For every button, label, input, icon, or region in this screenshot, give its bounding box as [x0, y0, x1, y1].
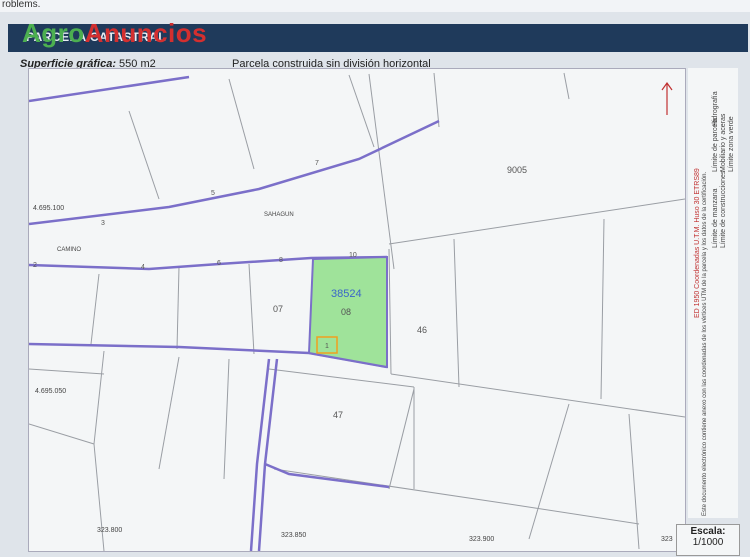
vertex-5: 5: [211, 190, 215, 197]
coord-x-4: 323: [661, 536, 673, 543]
legend-note-1: ED 1950 Coordenadas U.T.M. Huso 30 ETRS8…: [694, 168, 701, 318]
vertex-7: 7: [315, 160, 319, 167]
coord-y-bottom: 4.695.050: [35, 388, 66, 395]
top-strip-text: roblems.: [0, 0, 750, 12]
parcel-label-47: 47: [333, 410, 343, 420]
coord-x-2: 323.850: [281, 532, 306, 539]
brand-part-anuncios: Anuncios: [84, 18, 208, 48]
map-legend: ED 1950 Coordenadas U.T.M. Huso 30 ETRS8…: [688, 68, 738, 518]
vertex-6: 6: [217, 260, 221, 267]
scale-value: 1/1000: [692, 537, 724, 548]
vertex-1: 1: [325, 343, 329, 350]
parcel-label-07: 07: [273, 304, 283, 314]
coord-x-3: 323.900: [469, 536, 494, 543]
parcel-label-46: 46: [417, 325, 427, 335]
legend-note-2: Este documento electrónico contiene anex…: [702, 171, 708, 516]
map-svg: 4.695.100 4.695.050 323.800 323.850 323.…: [28, 72, 686, 552]
legend-item-hidrografia: Hidrografía: [712, 91, 719, 126]
vertex-10: 10: [349, 252, 357, 259]
vertex-3: 3: [101, 220, 105, 227]
legend-item-zona-verde: Límite zona verde: [728, 116, 735, 172]
legend-item-mobiliario: Mobiliario y aceras: [720, 113, 727, 172]
coord-y-top: 4.695.100: [33, 205, 64, 212]
vertex-8: 8: [279, 257, 283, 264]
scale-box: Escala: 1/1000: [676, 524, 740, 556]
cadastral-map: 4.695.100 4.695.050 323.800 323.850 323.…: [28, 68, 686, 552]
parcel-label-9005: 9005: [507, 165, 527, 175]
north-arrow-icon: [661, 81, 673, 115]
vertex-2: 2: [33, 262, 37, 269]
legend-item-parcela: Límite de parcela: [712, 118, 719, 172]
vertex-4: 4: [141, 264, 145, 271]
watermark-logo: AgroAnuncios: [22, 18, 207, 49]
parcel-label-08: 08: [341, 307, 351, 317]
scale-label: Escala:: [690, 526, 726, 537]
brand-part-agro: Agro: [22, 18, 85, 48]
coord-x-1: 323.800: [97, 527, 122, 534]
vertex-numbers: 7 5 3 2 4 6 8 10 1: [33, 160, 357, 350]
legend-item-construcciones: Límite de construcciones: [720, 170, 727, 248]
parcel-ref: 38524: [331, 288, 362, 300]
street-label-camino: CAMINO: [57, 247, 81, 253]
street-label-sahagun: SAHAGUN: [264, 212, 294, 218]
legend-item-manzana: Límite de manzana: [712, 188, 719, 248]
